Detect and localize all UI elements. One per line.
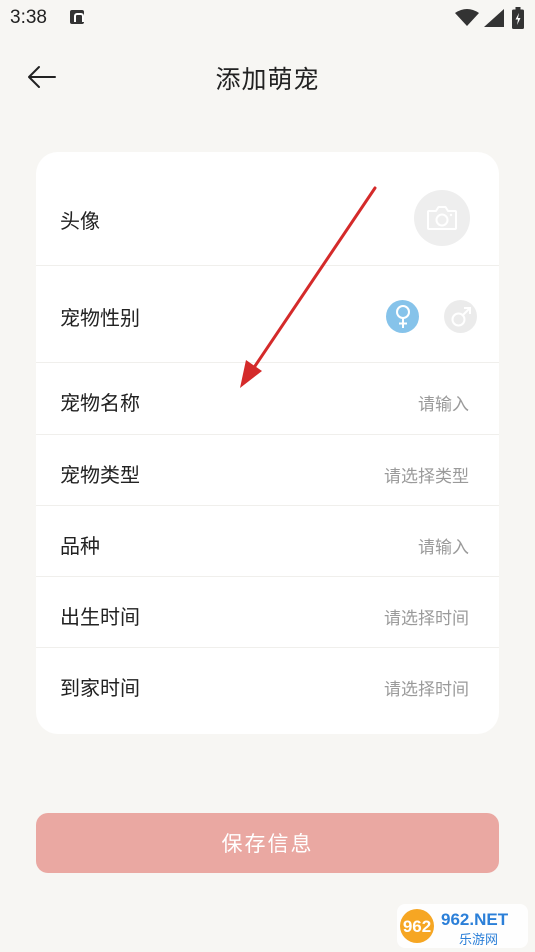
gender-male-button[interactable] — [444, 300, 477, 333]
avatar-row[interactable]: 头像 — [36, 152, 499, 266]
watermark-logo: 962 962.NET 乐游网 — [397, 904, 528, 948]
svg-text:962.NET: 962.NET — [441, 910, 509, 929]
gender-label: 宠物性别 — [60, 306, 140, 330]
birth-date-row[interactable]: 出生时间 请选择时间 — [36, 577, 499, 648]
breed-input[interactable]: 请输入 — [418, 533, 469, 558]
birth-date-label: 出生时间 — [60, 605, 140, 629]
battery-charging-icon — [512, 7, 524, 29]
pet-type-label: 宠物类型 — [60, 463, 140, 487]
signal-icon — [484, 9, 504, 27]
avatar-upload[interactable] — [414, 190, 470, 246]
gender-row: 宠物性别 — [36, 266, 499, 363]
save-button[interactable]: 保存信息 — [36, 813, 499, 873]
svg-text:962: 962 — [403, 917, 431, 936]
pet-name-label: 宠物名称 — [60, 391, 140, 415]
male-icon — [451, 306, 471, 326]
status-time: 3:38 — [10, 7, 47, 28]
breed-label: 品种 — [60, 534, 100, 558]
screen: 3:38 添加萌宠 头像 宠物性别 宠物名称 请输入 宠物类型 请选择类型 品种… — [0, 0, 535, 952]
svg-text:乐游网: 乐游网 — [459, 933, 498, 948]
home-date-row[interactable]: 到家时间 请选择时间 — [36, 648, 499, 720]
camera-icon — [427, 206, 457, 230]
home-date-label: 到家时间 — [60, 676, 140, 700]
pet-form-card: 头像 宠物性别 宠物名称 请输入 宠物类型 请选择类型 品种 请输入 出生时间 … — [36, 152, 499, 734]
page-title: 添加萌宠 — [215, 65, 320, 94]
pet-type-select[interactable]: 请选择类型 — [384, 462, 469, 487]
avatar-label: 头像 — [60, 209, 100, 233]
status-bar: 3:38 — [0, 0, 535, 36]
pet-name-row[interactable]: 宠物名称 请输入 — [36, 363, 499, 435]
pet-name-input[interactable]: 请输入 — [418, 390, 469, 415]
header: 添加萌宠 — [0, 36, 535, 120]
home-date-select[interactable]: 请选择时间 — [384, 675, 469, 700]
notification-a-icon — [70, 10, 84, 24]
breed-row[interactable]: 品种 请输入 — [36, 506, 499, 577]
wifi-icon — [455, 9, 479, 26]
birth-date-select[interactable]: 请选择时间 — [384, 604, 469, 629]
female-icon — [395, 304, 410, 328]
pet-type-row[interactable]: 宠物类型 请选择类型 — [36, 435, 499, 506]
gender-female-button[interactable] — [386, 300, 419, 333]
